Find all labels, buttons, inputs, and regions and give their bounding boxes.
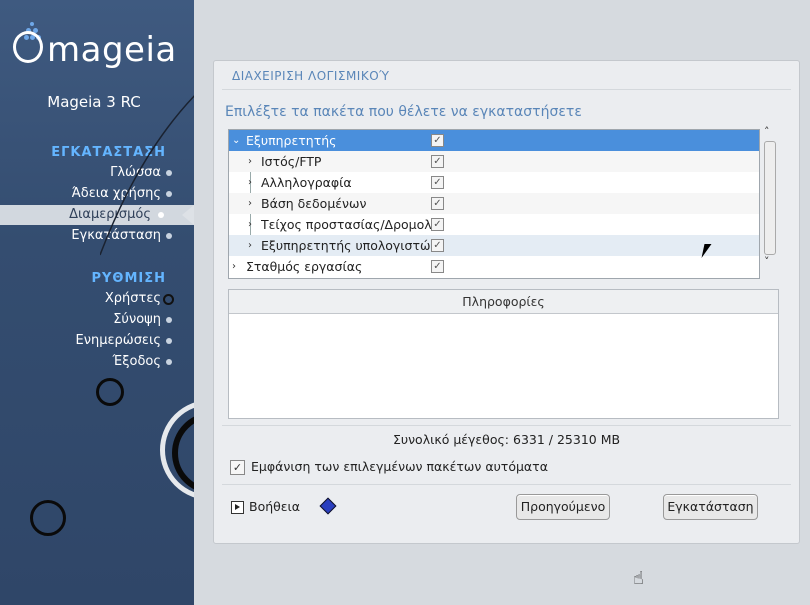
software-panel: ΔΙΑΧΕΙΡΙΣΗ ΛΟΓΙΣΜΙΚΟΎ Επιλέξτε τα πακέτα… — [213, 60, 800, 544]
install-button[interactable]: Εγκατάσταση — [663, 494, 758, 520]
chevron-right-icon[interactable]: › — [248, 193, 252, 214]
step-summary: Σύνοψη — [113, 310, 172, 330]
tree-row-database[interactable]: › Βάση δεδομένων ✓ — [229, 193, 759, 214]
prompt-text: Επιλέξτε τα πακέτα που θέλετε να εγκατασ… — [225, 104, 582, 120]
divider — [222, 484, 791, 485]
checkbox[interactable]: ✓ — [431, 134, 444, 147]
total-size: Συνολικό μέγεθος: 6331 / 25310 MB — [392, 432, 621, 447]
checkbox[interactable]: ✓ — [431, 197, 444, 210]
auto-show-label[interactable]: Εμφάνιση των επιλεγμένων πακέτων αυτόματ… — [251, 459, 548, 474]
tree-row-compute-server[interactable]: › Εξυπηρετητής υπολογιστώ ✓ — [229, 235, 759, 256]
step-updates: Ενημερώσεις — [76, 331, 172, 351]
tree-row-mail[interactable]: › Αλληλογραφία ✓ — [229, 172, 759, 193]
scrollbar-thumb[interactable] — [764, 141, 776, 255]
chevron-down-icon[interactable]: ⌄ — [232, 130, 240, 151]
checkbox[interactable]: ✓ — [431, 176, 444, 189]
chevron-right-icon[interactable]: › — [232, 256, 236, 277]
package-tree[interactable]: ⌄ Εξυπηρετητής ✓ › Ιστός/FTP ✓ › Αλληλογ… — [228, 129, 760, 279]
divider — [222, 425, 791, 426]
auto-show-checkbox[interactable]: ✓ — [230, 460, 245, 475]
diamond-icon[interactable] — [319, 497, 337, 515]
chevron-up-icon[interactable]: ˄ — [764, 125, 770, 138]
sidebar: mageia Mageia 3 RC ΕΓΚΑΤΑΣΤΑΣΗ Γλώσσα Άδ… — [0, 0, 194, 605]
info-header: Πληροφορίες — [229, 290, 778, 314]
section-config: ΡΥΘΜΙΣΗ — [91, 271, 166, 286]
deco-circle — [96, 378, 124, 406]
checkbox[interactable]: ✓ — [431, 260, 444, 273]
deco-circle — [30, 500, 66, 536]
divider — [222, 89, 791, 90]
tree-row-firewall[interactable]: › Τείχος προστασίας/Δρομολ ✓ — [229, 214, 759, 235]
chevron-right-icon[interactable]: › — [248, 214, 252, 235]
chevron-right-icon[interactable]: › — [248, 235, 252, 256]
chevron-right-icon[interactable]: › — [248, 172, 252, 193]
tree-scrollbar[interactable]: ˄ ˅ — [762, 125, 778, 279]
deco-swoosh — [100, 95, 194, 256]
play-icon[interactable] — [231, 501, 244, 514]
info-box: Πληροφορίες — [228, 289, 779, 419]
chevron-right-icon[interactable]: › — [248, 151, 252, 172]
checkbox[interactable]: ✓ — [431, 218, 444, 231]
tree-row-workstation[interactable]: › Σταθμός εργασίας ✓ — [229, 256, 759, 277]
tree-row-server[interactable]: ⌄ Εξυπηρετητής ✓ — [229, 130, 759, 151]
hand-cursor-icon: ☝ — [633, 568, 644, 589]
checkbox[interactable]: ✓ — [431, 155, 444, 168]
chevron-down-icon[interactable]: ˅ — [764, 255, 770, 268]
step-exit: Έξοδος — [113, 352, 172, 372]
step-users: Χρήστες — [105, 289, 174, 309]
tree-row-web-ftp[interactable]: › Ιστός/FTP ✓ — [229, 151, 759, 172]
help-label[interactable]: Βοήθεια — [249, 499, 300, 514]
previous-button[interactable]: Προηγούμενο — [516, 494, 610, 520]
panel-title: ΔΙΑΧΕΙΡΙΣΗ ΛΟΓΙΣΜΙΚΟΎ — [232, 69, 390, 83]
checkbox[interactable]: ✓ — [431, 239, 444, 252]
brand-logo: mageia — [13, 30, 177, 70]
